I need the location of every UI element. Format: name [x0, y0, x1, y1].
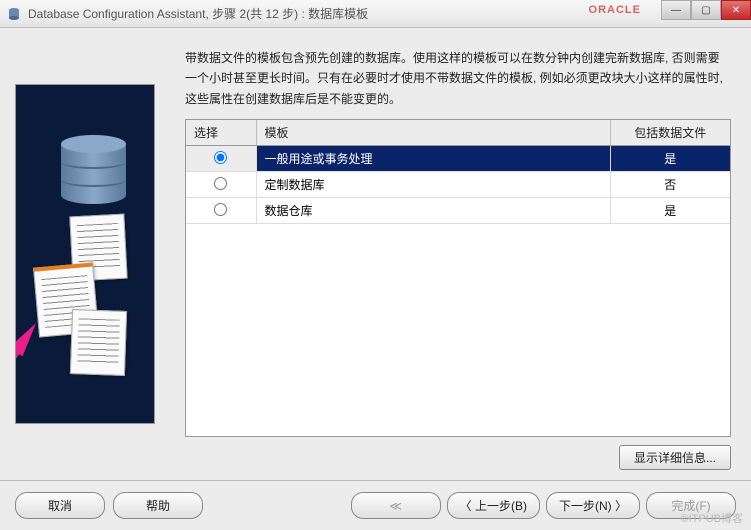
template-name: 一般用途或事务处理 [256, 146, 610, 172]
footer: 取消 帮助 ≪ 〈 上一步(B) 下一步(N) 〉 完成(F) [0, 480, 751, 530]
template-include: 是 [610, 146, 730, 172]
first-button[interactable]: ≪ [351, 492, 441, 519]
col-header-template: 模板 [256, 120, 610, 146]
finish-button[interactable]: 完成(F) [646, 492, 736, 519]
cancel-button[interactable]: 取消 [15, 492, 105, 519]
close-button[interactable]: ✕ [721, 0, 751, 20]
app-icon [6, 6, 22, 22]
col-header-select: 选择 [186, 120, 256, 146]
maximize-button[interactable]: ▢ [691, 0, 721, 20]
template-radio[interactable] [214, 177, 227, 190]
chevron-left-icon: 〈 [460, 499, 472, 513]
main-panel: 带数据文件的模板包含预先创建的数据库。使用这样的模板可以在数分钟内创建完新数据库… [170, 28, 751, 480]
col-header-include: 包括数据文件 [610, 120, 730, 146]
first-icon: ≪ [389, 499, 402, 513]
table-row[interactable]: 一般用途或事务处理 是 [186, 146, 730, 172]
document-icon [70, 309, 127, 376]
template-radio[interactable] [214, 203, 227, 216]
next-button[interactable]: 下一步(N) 〉 [546, 492, 640, 519]
description-text: 带数据文件的模板包含预先创建的数据库。使用这样的模板可以在数分钟内创建完新数据库… [185, 48, 731, 109]
database-icon [61, 135, 126, 210]
template-include: 否 [610, 172, 730, 198]
chevron-right-icon: 〉 [615, 499, 627, 513]
titlebar: Database Configuration Assistant, 步骤 2(共… [0, 0, 751, 28]
window-controls: — ▢ ✕ [661, 0, 751, 20]
table-row[interactable]: 数据仓库 是 [186, 198, 730, 224]
template-table: 选择 模板 包括数据文件 一般用途或事务处理 是 定制数据库 否 [185, 119, 731, 437]
back-button[interactable]: 〈 上一步(B) [447, 492, 540, 519]
template-include: 是 [610, 198, 730, 224]
brand-mark: ORACLE [589, 4, 641, 16]
wizard-illustration [15, 84, 155, 424]
template-name: 定制数据库 [256, 172, 610, 198]
minimize-button[interactable]: — [661, 0, 691, 20]
help-button[interactable]: 帮助 [113, 492, 203, 519]
window-title: Database Configuration Assistant, 步骤 2(共… [28, 5, 368, 22]
template-radio[interactable] [214, 151, 227, 164]
sidebar [0, 28, 170, 480]
template-name: 数据仓库 [256, 198, 610, 224]
table-row[interactable]: 定制数据库 否 [186, 172, 730, 198]
show-details-button[interactable]: 显示详细信息... [619, 445, 731, 470]
